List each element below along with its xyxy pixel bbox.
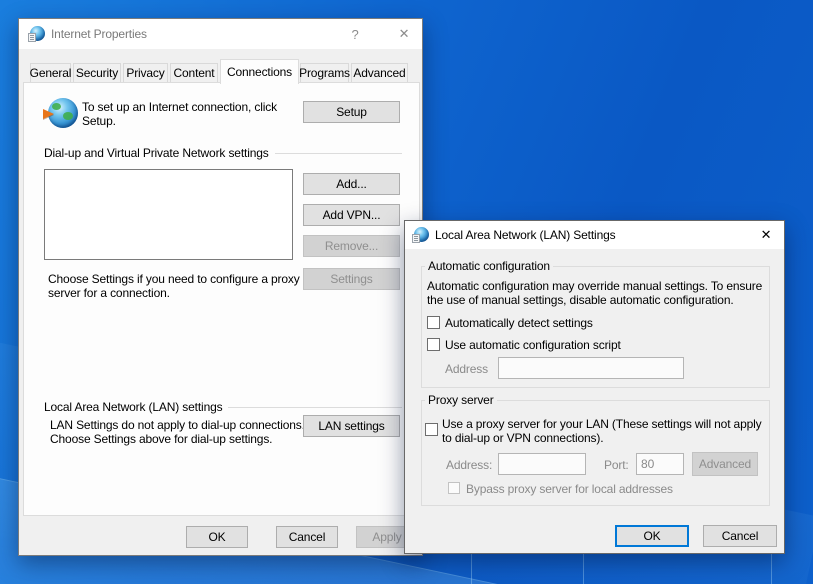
cancel-button[interactable]: Cancel	[276, 526, 338, 548]
window-title: Local Area Network (LAN) Settings	[435, 228, 615, 242]
desktop-wallpaper: Internet Properties ? ✕ General Security…	[0, 0, 813, 584]
lan-settings-hint: LAN Settings do not apply to dial-up con…	[50, 418, 312, 446]
proxy-server-group-label: Proxy server	[425, 393, 497, 407]
dialup-connections-listbox[interactable]	[44, 169, 293, 260]
tab-connections[interactable]: Connections	[220, 59, 299, 84]
lan-settings-button[interactable]: LAN settings	[303, 415, 400, 437]
tab-privacy[interactable]: Privacy	[123, 63, 168, 83]
automatic-configuration-description: Automatic configuration may override man…	[427, 279, 773, 307]
tab-content[interactable]: Content	[170, 63, 218, 83]
automatically-detect-settings-checkbox[interactable]	[427, 316, 440, 329]
remove-button: Remove...	[303, 235, 400, 257]
add-vpn-button[interactable]: Add VPN...	[303, 204, 400, 226]
internet-properties-titlebar[interactable]: Internet Properties ? ✕	[19, 19, 422, 49]
tab-security[interactable]: Security	[73, 63, 121, 83]
tab-advanced[interactable]: Advanced	[351, 63, 408, 83]
bypass-proxy-checkbox	[448, 482, 460, 494]
close-icon[interactable]: ✕	[388, 19, 420, 49]
bypass-proxy-label: Bypass proxy server for local addresses	[466, 482, 673, 496]
dialup-vpn-group-label: Dial-up and Virtual Private Network sett…	[44, 146, 402, 160]
internet-properties-icon	[30, 26, 45, 41]
lan-settings-icon	[414, 227, 429, 242]
use-proxy-server-checkbox[interactable]	[425, 423, 438, 436]
lan-group-label: Local Area Network (LAN) settings	[44, 400, 402, 414]
automatic-configuration-group-label: Automatic configuration	[425, 259, 553, 273]
script-address-label: Address	[445, 362, 488, 376]
ok-button[interactable]: OK	[615, 525, 689, 547]
help-button[interactable]: ?	[339, 19, 371, 49]
proxy-port-field	[636, 453, 684, 475]
connections-tab-page: To set up an Internet connection, click …	[23, 82, 420, 516]
script-address-field	[498, 357, 684, 379]
tab-general[interactable]: General	[30, 63, 71, 83]
window-title: Internet Properties	[51, 27, 147, 41]
setup-description: To set up an Internet connection, click …	[82, 100, 310, 128]
internet-setup-icon	[48, 98, 78, 128]
lan-settings-dialog: Local Area Network (LAN) Settings ✕ Auto…	[404, 220, 785, 554]
lan-settings-titlebar[interactable]: Local Area Network (LAN) Settings ✕	[405, 221, 784, 249]
proxy-address-field	[498, 453, 586, 475]
choose-settings-hint: Choose Settings if you need to configure…	[48, 272, 300, 300]
settings-button: Settings	[303, 268, 400, 290]
automatically-detect-settings-label: Automatically detect settings	[445, 316, 593, 330]
proxy-address-label: Address:	[446, 458, 492, 472]
wallpaper-line	[771, 552, 772, 584]
cancel-button[interactable]: Cancel	[703, 525, 777, 547]
add-button[interactable]: Add...	[303, 173, 400, 195]
use-proxy-server-label: Use a proxy server for your LAN (These s…	[442, 417, 768, 445]
setup-arrow-icon	[43, 109, 54, 119]
advanced-button: Advanced	[692, 452, 758, 476]
proxy-port-label: Port:	[604, 458, 629, 472]
use-automatic-configuration-script-checkbox[interactable]	[427, 338, 440, 351]
setup-button[interactable]: Setup	[303, 101, 400, 123]
ok-button[interactable]: OK	[186, 526, 248, 548]
tab-programs[interactable]: Programs	[300, 63, 349, 83]
internet-properties-dialog: Internet Properties ? ✕ General Security…	[18, 18, 423, 556]
use-automatic-configuration-script-label: Use automatic configuration script	[445, 338, 621, 352]
close-icon[interactable]: ✕	[750, 221, 782, 249]
